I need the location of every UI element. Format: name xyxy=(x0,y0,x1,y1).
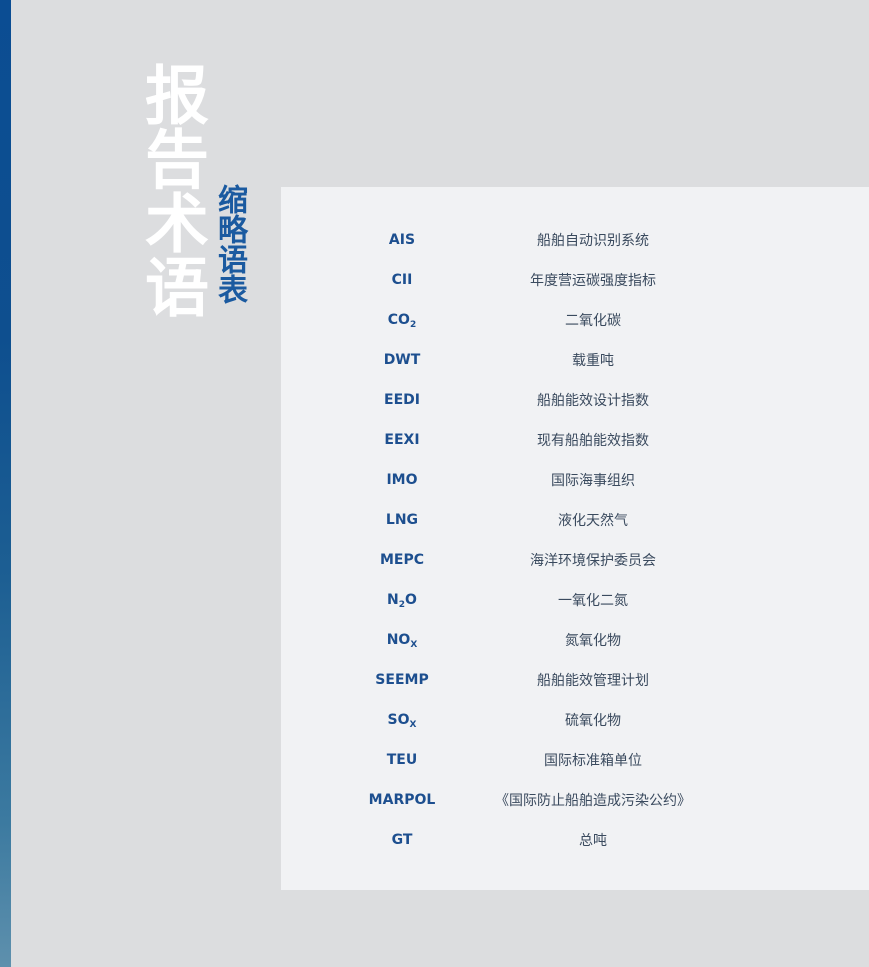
glossary-row: N2O 一氧化二氮 xyxy=(281,580,869,620)
term-definition: 氮氧化物 xyxy=(565,633,621,649)
glossary-row: IMO 国际海事组织 xyxy=(281,460,869,500)
abbreviation: N2O xyxy=(387,592,417,610)
abbreviation: EEDI xyxy=(384,392,420,408)
abbreviation: CO2 xyxy=(387,312,417,330)
term-definition: 硫氧化物 xyxy=(565,713,621,729)
term-definition: 总吨 xyxy=(579,833,607,849)
abbreviation: SEEMP xyxy=(375,672,429,688)
term-definition: 载重吨 xyxy=(572,353,614,369)
abbreviation: SOX xyxy=(387,712,417,730)
glossary-row: LNG 液化天然气 xyxy=(281,500,869,540)
glossary-row: TEU 国际标准箱单位 xyxy=(281,740,869,780)
abbreviation: IMO xyxy=(386,472,418,488)
glossary-list: AIS 船舶自动识别系统 CII 年度营运碳强度指标 CO2 二氧化碳 DWT … xyxy=(281,220,869,860)
glossary-row: MARPOL 《国际防止船舶造成污染公约》 xyxy=(281,780,869,820)
glossary-row: NOX 氮氧化物 xyxy=(281,620,869,660)
term-definition: 船舶能效管理计划 xyxy=(537,673,649,689)
abbreviation: TEU xyxy=(386,752,418,768)
glossary-row: EEDI 船舶能效设计指数 xyxy=(281,380,869,420)
glossary-row: GT 总吨 xyxy=(281,820,869,860)
glossary-row: SOX 硫氧化物 xyxy=(281,700,869,740)
abbreviation: LNG xyxy=(385,512,419,528)
glossary-row: SEEMP 船舶能效管理计划 xyxy=(281,660,869,700)
abbreviation: GT xyxy=(391,832,413,848)
abbreviation: DWT xyxy=(383,352,421,368)
glossary-row: MEPC 海洋环境保护委员会 xyxy=(281,540,869,580)
abbreviation: MEPC xyxy=(379,552,425,568)
term-definition: 一氧化二氮 xyxy=(558,593,628,609)
abbreviation: NOX xyxy=(386,632,418,650)
term-definition: 《国际防止船舶造成污染公约》 xyxy=(495,793,691,809)
term-definition: 国际海事组织 xyxy=(551,473,635,489)
glossary-row: CII 年度营运碳强度指标 xyxy=(281,260,869,300)
glossary-row: CO2 二氧化碳 xyxy=(281,300,869,340)
term-definition: 船舶能效设计指数 xyxy=(537,393,649,409)
glossary-row: DWT 载重吨 xyxy=(281,340,869,380)
term-definition: 海洋环境保护委员会 xyxy=(530,553,656,569)
abbreviation: EEXI xyxy=(384,432,420,448)
term-definition: 二氧化碳 xyxy=(565,313,621,329)
side-color-strip xyxy=(0,0,11,967)
abbreviation: MARPOL xyxy=(368,792,436,808)
page-title: 报告术语 xyxy=(134,62,208,318)
page-subtitle: 缩略语表 xyxy=(212,184,247,304)
term-definition: 国际标准箱单位 xyxy=(544,753,642,769)
abbreviation: CII xyxy=(391,272,413,288)
term-definition: 现有船舶能效指数 xyxy=(537,433,649,449)
term-definition: 液化天然气 xyxy=(558,513,628,529)
abbreviation: AIS xyxy=(388,232,416,248)
term-definition: 年度营运碳强度指标 xyxy=(530,273,656,289)
glossary-row: EEXI 现有船舶能效指数 xyxy=(281,420,869,460)
glossary-row: AIS 船舶自动识别系统 xyxy=(281,220,869,260)
term-definition: 船舶自动识别系统 xyxy=(537,233,649,249)
